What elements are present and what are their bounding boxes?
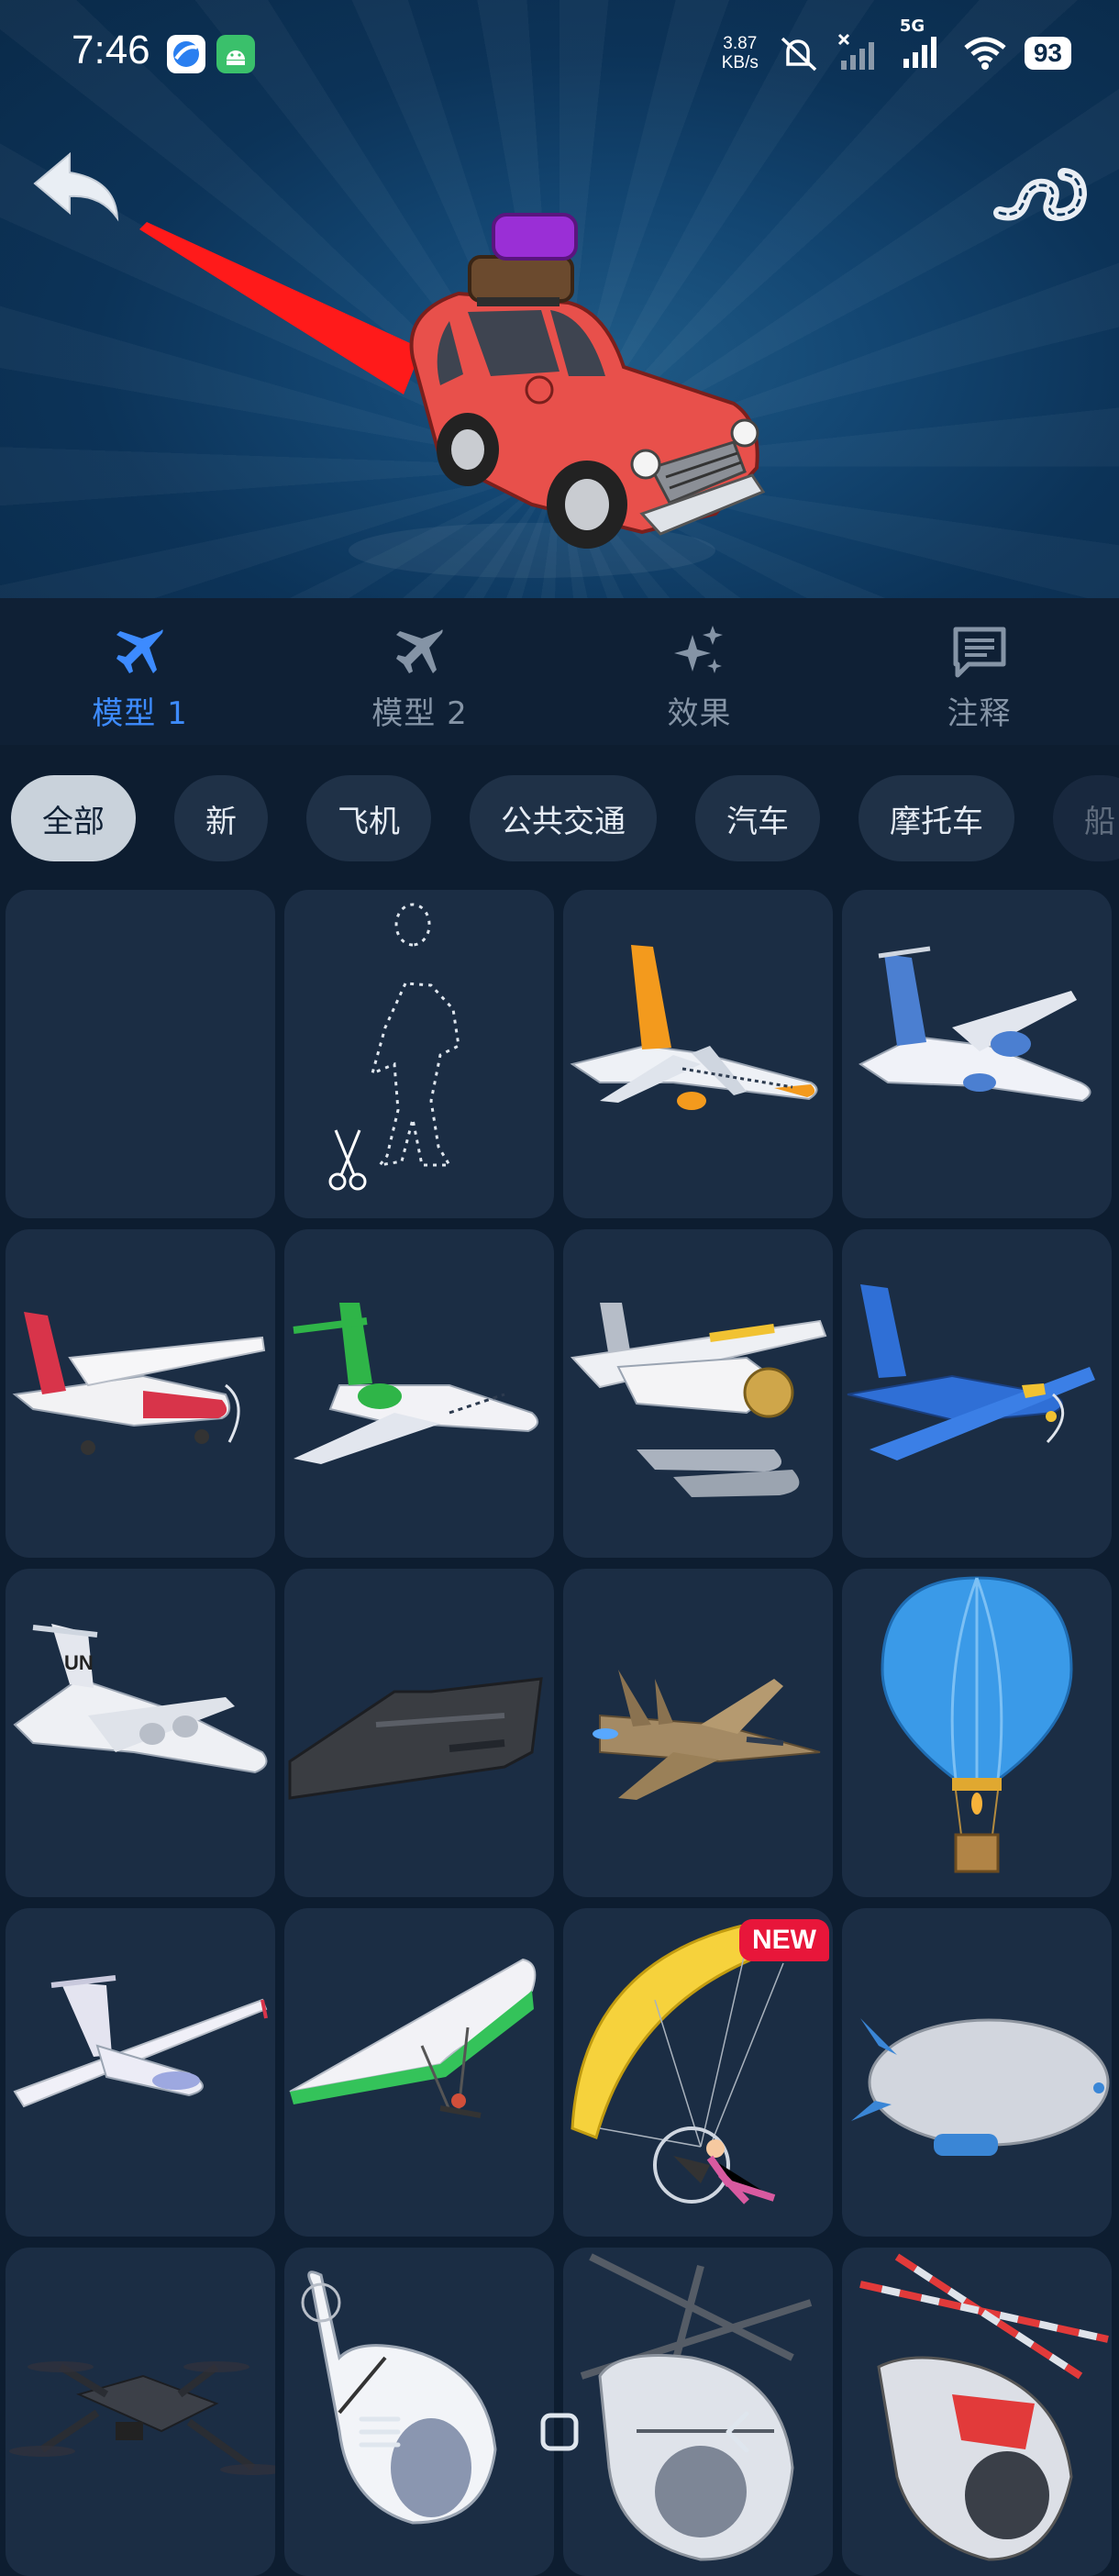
- model-turboprop-blue[interactable]: [842, 890, 1112, 1218]
- model-fighter-jet[interactable]: [563, 1569, 833, 1897]
- model-empty[interactable]: [6, 890, 275, 1218]
- chip-boats[interactable]: 船: [1053, 775, 1119, 861]
- tab-effects[interactable]: 效果: [560, 598, 839, 745]
- route-line: [139, 222, 422, 394]
- hot-air-balloon-icon: [881, 1576, 1073, 1873]
- status-bar: 7:46 3.87 KB/s 5G 93: [0, 0, 1119, 110]
- system-nav-bar: [0, 2376, 1119, 2488]
- model-cargo-un[interactable]: UN: [6, 1569, 275, 1897]
- tab-model-2[interactable]: 模型 2: [280, 598, 560, 745]
- network-speed: 3.87 KB/s: [722, 34, 759, 72]
- stealth-bomber-icon: [288, 1677, 543, 1800]
- no-signal-icon: [837, 33, 874, 70]
- model-jet-orange[interactable]: [563, 890, 833, 1218]
- airplane-icon: [395, 629, 443, 673]
- model-blimp[interactable]: [842, 1908, 1112, 2237]
- tab-annotations[interactable]: 注释: [839, 598, 1119, 745]
- model-seaplane[interactable]: [563, 1229, 833, 1558]
- model-hang-glider[interactable]: [284, 1908, 554, 2237]
- mute-icon: [781, 37, 817, 72]
- chip-new[interactable]: 新: [174, 775, 268, 861]
- scissors-icon: [328, 1129, 367, 1191]
- home-icon[interactable]: [534, 2406, 585, 2458]
- model-cessna-red[interactable]: [6, 1229, 275, 1558]
- blimp-icon: [851, 2018, 1110, 2156]
- model-business-jet-green[interactable]: [284, 1229, 554, 1558]
- business-jet-icon: [293, 1303, 538, 1464]
- airliner-orange-icon: [570, 945, 818, 1110]
- model-custom-cutout[interactable]: [284, 890, 554, 1218]
- model-stealth-bomber[interactable]: [284, 1569, 554, 1897]
- map-preview: 7:46 3.87 KB/s 5G 93: [0, 0, 1119, 598]
- glider-icon: [13, 1975, 268, 2108]
- tab-label: 注释: [947, 695, 1012, 732]
- browser-app-icon: [167, 35, 205, 73]
- tab-model-1[interactable]: 模型 1: [0, 598, 280, 745]
- model-small-plane-blue[interactable]: [842, 1229, 1112, 1558]
- menu-icon[interactable]: [354, 2406, 405, 2458]
- category-filter: 全部 新 飞机 公共交通 汽车 摩托车 船: [0, 754, 1119, 883]
- chip-cars[interactable]: 汽车: [695, 775, 820, 861]
- airplane-icon: [116, 629, 163, 673]
- model-glider[interactable]: [6, 1908, 275, 2237]
- back-arrow-icon[interactable]: [28, 147, 128, 229]
- sparkle-icon: [673, 626, 723, 673]
- small-plane-icon: [847, 1284, 1095, 1460]
- status-time: 7:46: [72, 28, 150, 72]
- cessna-icon: [12, 1312, 266, 1455]
- turboprop-icon: [859, 946, 1091, 1103]
- model-hot-air-balloon[interactable]: [842, 1569, 1112, 1897]
- model-paramotor[interactable]: NEW: [563, 1908, 833, 2237]
- chip-all[interactable]: 全部: [11, 775, 136, 861]
- comment-icon: [953, 627, 1005, 678]
- car-model-preview: [139, 213, 766, 578]
- network-speed-value: 3.87: [723, 34, 758, 53]
- fighter-jet-icon: [593, 1670, 821, 1800]
- network-speed-unit: KB/s: [721, 53, 759, 72]
- status-icons: 3.87 KB/s 5G 93: [722, 17, 1071, 81]
- wifi-icon: [964, 37, 1006, 70]
- chip-motorcycles[interactable]: 摩托车: [859, 775, 1014, 861]
- cargo-plane-icon: UN: [13, 1624, 268, 1774]
- model-grid: UN NEW: [6, 890, 1115, 2576]
- tab-label: 模型 1: [92, 695, 188, 732]
- hang-glider-icon: [289, 1958, 537, 2118]
- seaplane-icon: [570, 1303, 827, 1497]
- android-app-icon: [216, 35, 255, 73]
- model-tabs: 模型 1 模型 2 效果 注释: [0, 598, 1119, 745]
- svg-text:UN: UN: [64, 1651, 94, 1674]
- new-badge: NEW: [739, 1919, 829, 1961]
- route-style-icon[interactable]: [991, 158, 1091, 231]
- tab-label: 效果: [667, 695, 732, 732]
- back-icon[interactable]: [714, 2406, 765, 2458]
- signal-icon: 5G: [900, 17, 946, 75]
- tab-label: 模型 2: [371, 695, 468, 732]
- car: [409, 213, 766, 549]
- chip-public-transport[interactable]: 公共交通: [470, 775, 657, 861]
- chip-planes[interactable]: 飞机: [306, 775, 431, 861]
- battery-level: 93: [1024, 37, 1071, 70]
- network-type: 5G: [899, 17, 925, 36]
